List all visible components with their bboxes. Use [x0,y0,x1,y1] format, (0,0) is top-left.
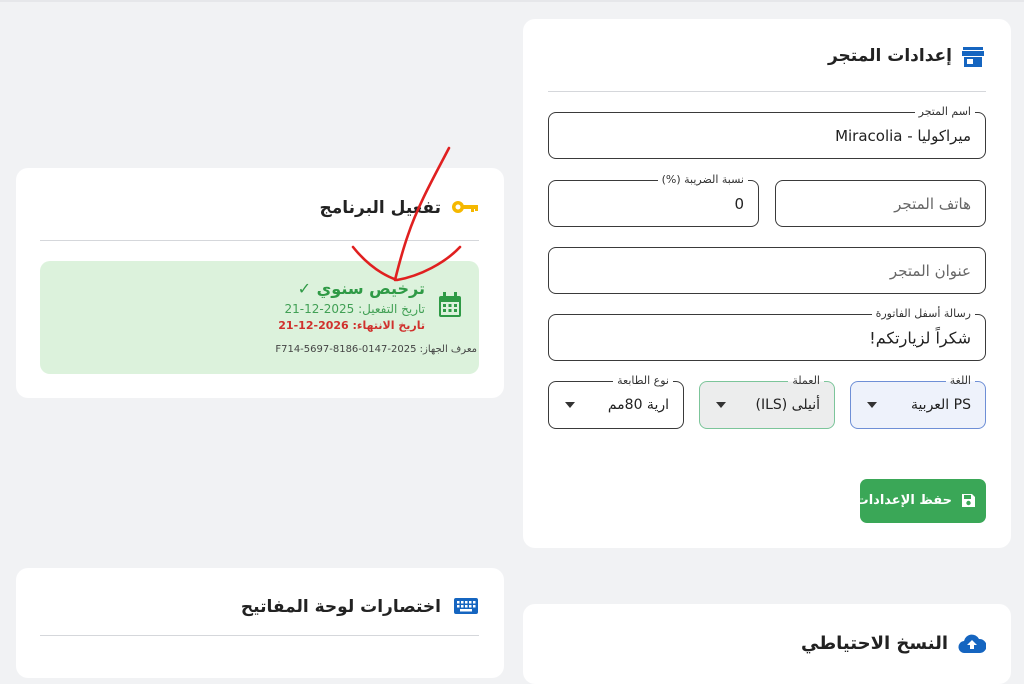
key-icon [451,199,479,219]
save-settings-button[interactable]: حفظ الإعدادات [856,479,986,523]
shortcuts-card [16,568,504,678]
chevron-down-icon [716,402,726,408]
expiry-date: تاريخ الانتهاء: 2026-12-21 [278,319,425,332]
shortcuts-divider [40,635,479,636]
license-type: ترخيص سنوي ✓ [297,279,425,298]
keyboard-icon [454,598,478,618]
printer-type-value: ارية 80مم [607,397,669,413]
calendar-icon [438,292,462,322]
store-settings-divider [548,91,986,92]
top-border [0,0,1024,2]
floppy-disk-icon [961,493,976,512]
store-phone-field[interactable]: هاتف المتجر [775,180,986,227]
chevron-down-icon [867,402,877,408]
backup-title: النسخ الاحتياطي [801,633,948,654]
language-select[interactable]: اللغة PS العربية [850,374,986,429]
store-name-value: ميراكوليا - Miracolia [835,126,971,145]
tax-rate-value: 0 [734,194,744,213]
chevron-down-icon [565,402,575,408]
activation-divider [40,240,479,241]
store-address-placeholder: عنوان المتجر [889,261,971,280]
cloud-upload-icon [958,633,987,657]
invoice-footer-field[interactable]: رسالة أسفل الفاتورة شكراً لزيارتكم! [548,307,986,361]
language-label: اللغة [945,374,975,388]
printer-type-select[interactable]: نوع الطابعة ارية 80مم [548,374,684,429]
license-status-panel: ترخيص سنوي ✓ تاريخ التفعيل: 2025-12-21 ت… [40,261,479,374]
tax-rate-field[interactable]: نسبة الضريبة (%) 0 [548,173,759,227]
store-icon [962,47,984,71]
store-address-field[interactable]: عنوان المتجر [548,247,986,294]
store-name-field[interactable]: اسم المتجر ميراكوليا - Miracolia [548,105,986,159]
store-name-label: اسم المتجر [914,105,975,119]
currency-label: العملة [788,374,824,388]
currency-select[interactable]: العملة أنيلى (ILS) [699,374,835,429]
device-id: معرف الجهاز: 2025-0147-F714-5697-8186 [275,344,477,355]
tax-rate-label: نسبة الضريبة (%) [657,173,748,187]
language-value: PS العربية [910,397,971,413]
currency-value: أنيلى (ILS) [755,397,820,413]
activation-date: تاريخ التفعيل: 2025-12-21 [284,302,425,316]
store-settings-title: إعدادات المتجر [827,46,952,66]
shortcuts-title: اختصارات لوحة المفاتيح [240,597,441,617]
invoice-footer-value: شكراً لزيارتكم! [869,328,971,347]
activation-title: تفعيل البرنامج [319,198,441,218]
save-settings-label: حفظ الإعدادات [855,493,952,508]
printer-type-label: نوع الطابعة [613,374,673,388]
store-phone-placeholder: هاتف المتجر [894,194,971,213]
invoice-footer-label: رسالة أسفل الفاتورة [871,307,975,321]
